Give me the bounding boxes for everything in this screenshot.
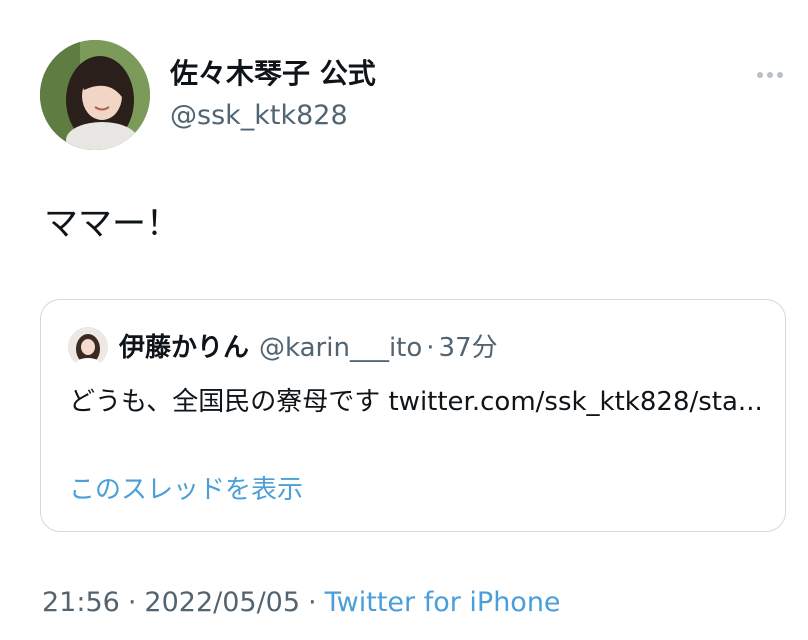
separator: · (426, 333, 435, 363)
more-horizontal-icon (757, 72, 763, 78)
more-options-button[interactable] (752, 64, 788, 86)
quoted-tweet-text: どうも、全国民の寮母です twitter.com/ssk_ktk828/sta.… (69, 387, 763, 417)
separator: · (308, 587, 317, 618)
author-username[interactable]: @ssk_ktk828 (170, 98, 348, 134)
quoted-author-display-name: 伊藤かりん (119, 333, 250, 363)
author-avatar[interactable] (40, 40, 150, 150)
author-display-name[interactable]: 佐々木琴子 公式 (170, 56, 376, 92)
more-dot (767, 72, 773, 78)
tweet-source-link[interactable]: Twitter for iPhone (325, 583, 561, 623)
separator: · (127, 587, 137, 618)
tweet-meta: 21:56 · 2022/05/05 · Twitter for iPhone (42, 583, 561, 623)
quoted-author-username: @karin___ito (259, 333, 423, 363)
tweet-text: ママー！ (44, 204, 180, 244)
tweet-date[interactable]: 2022/05/05 (144, 583, 300, 623)
quoted-tweet-header: 伊藤かりん @karin___ito · 37分 (119, 330, 498, 366)
show-thread-link[interactable]: このスレッドを表示 (69, 472, 303, 508)
tweet-time[interactable]: 21:56 (42, 583, 120, 623)
quoted-tweet-card[interactable]: 伊藤かりん @karin___ito · 37分 どうも、全国民の寮母です tw… (40, 299, 786, 532)
tweet-detail: 佐々木琴子 公式 @ssk_ktk828 ママー！ 伊藤かりん @karin__… (0, 0, 808, 640)
quoted-author-avatar (68, 327, 108, 367)
quoted-tweet-time: 37分 (438, 333, 498, 363)
more-dot (777, 72, 783, 78)
